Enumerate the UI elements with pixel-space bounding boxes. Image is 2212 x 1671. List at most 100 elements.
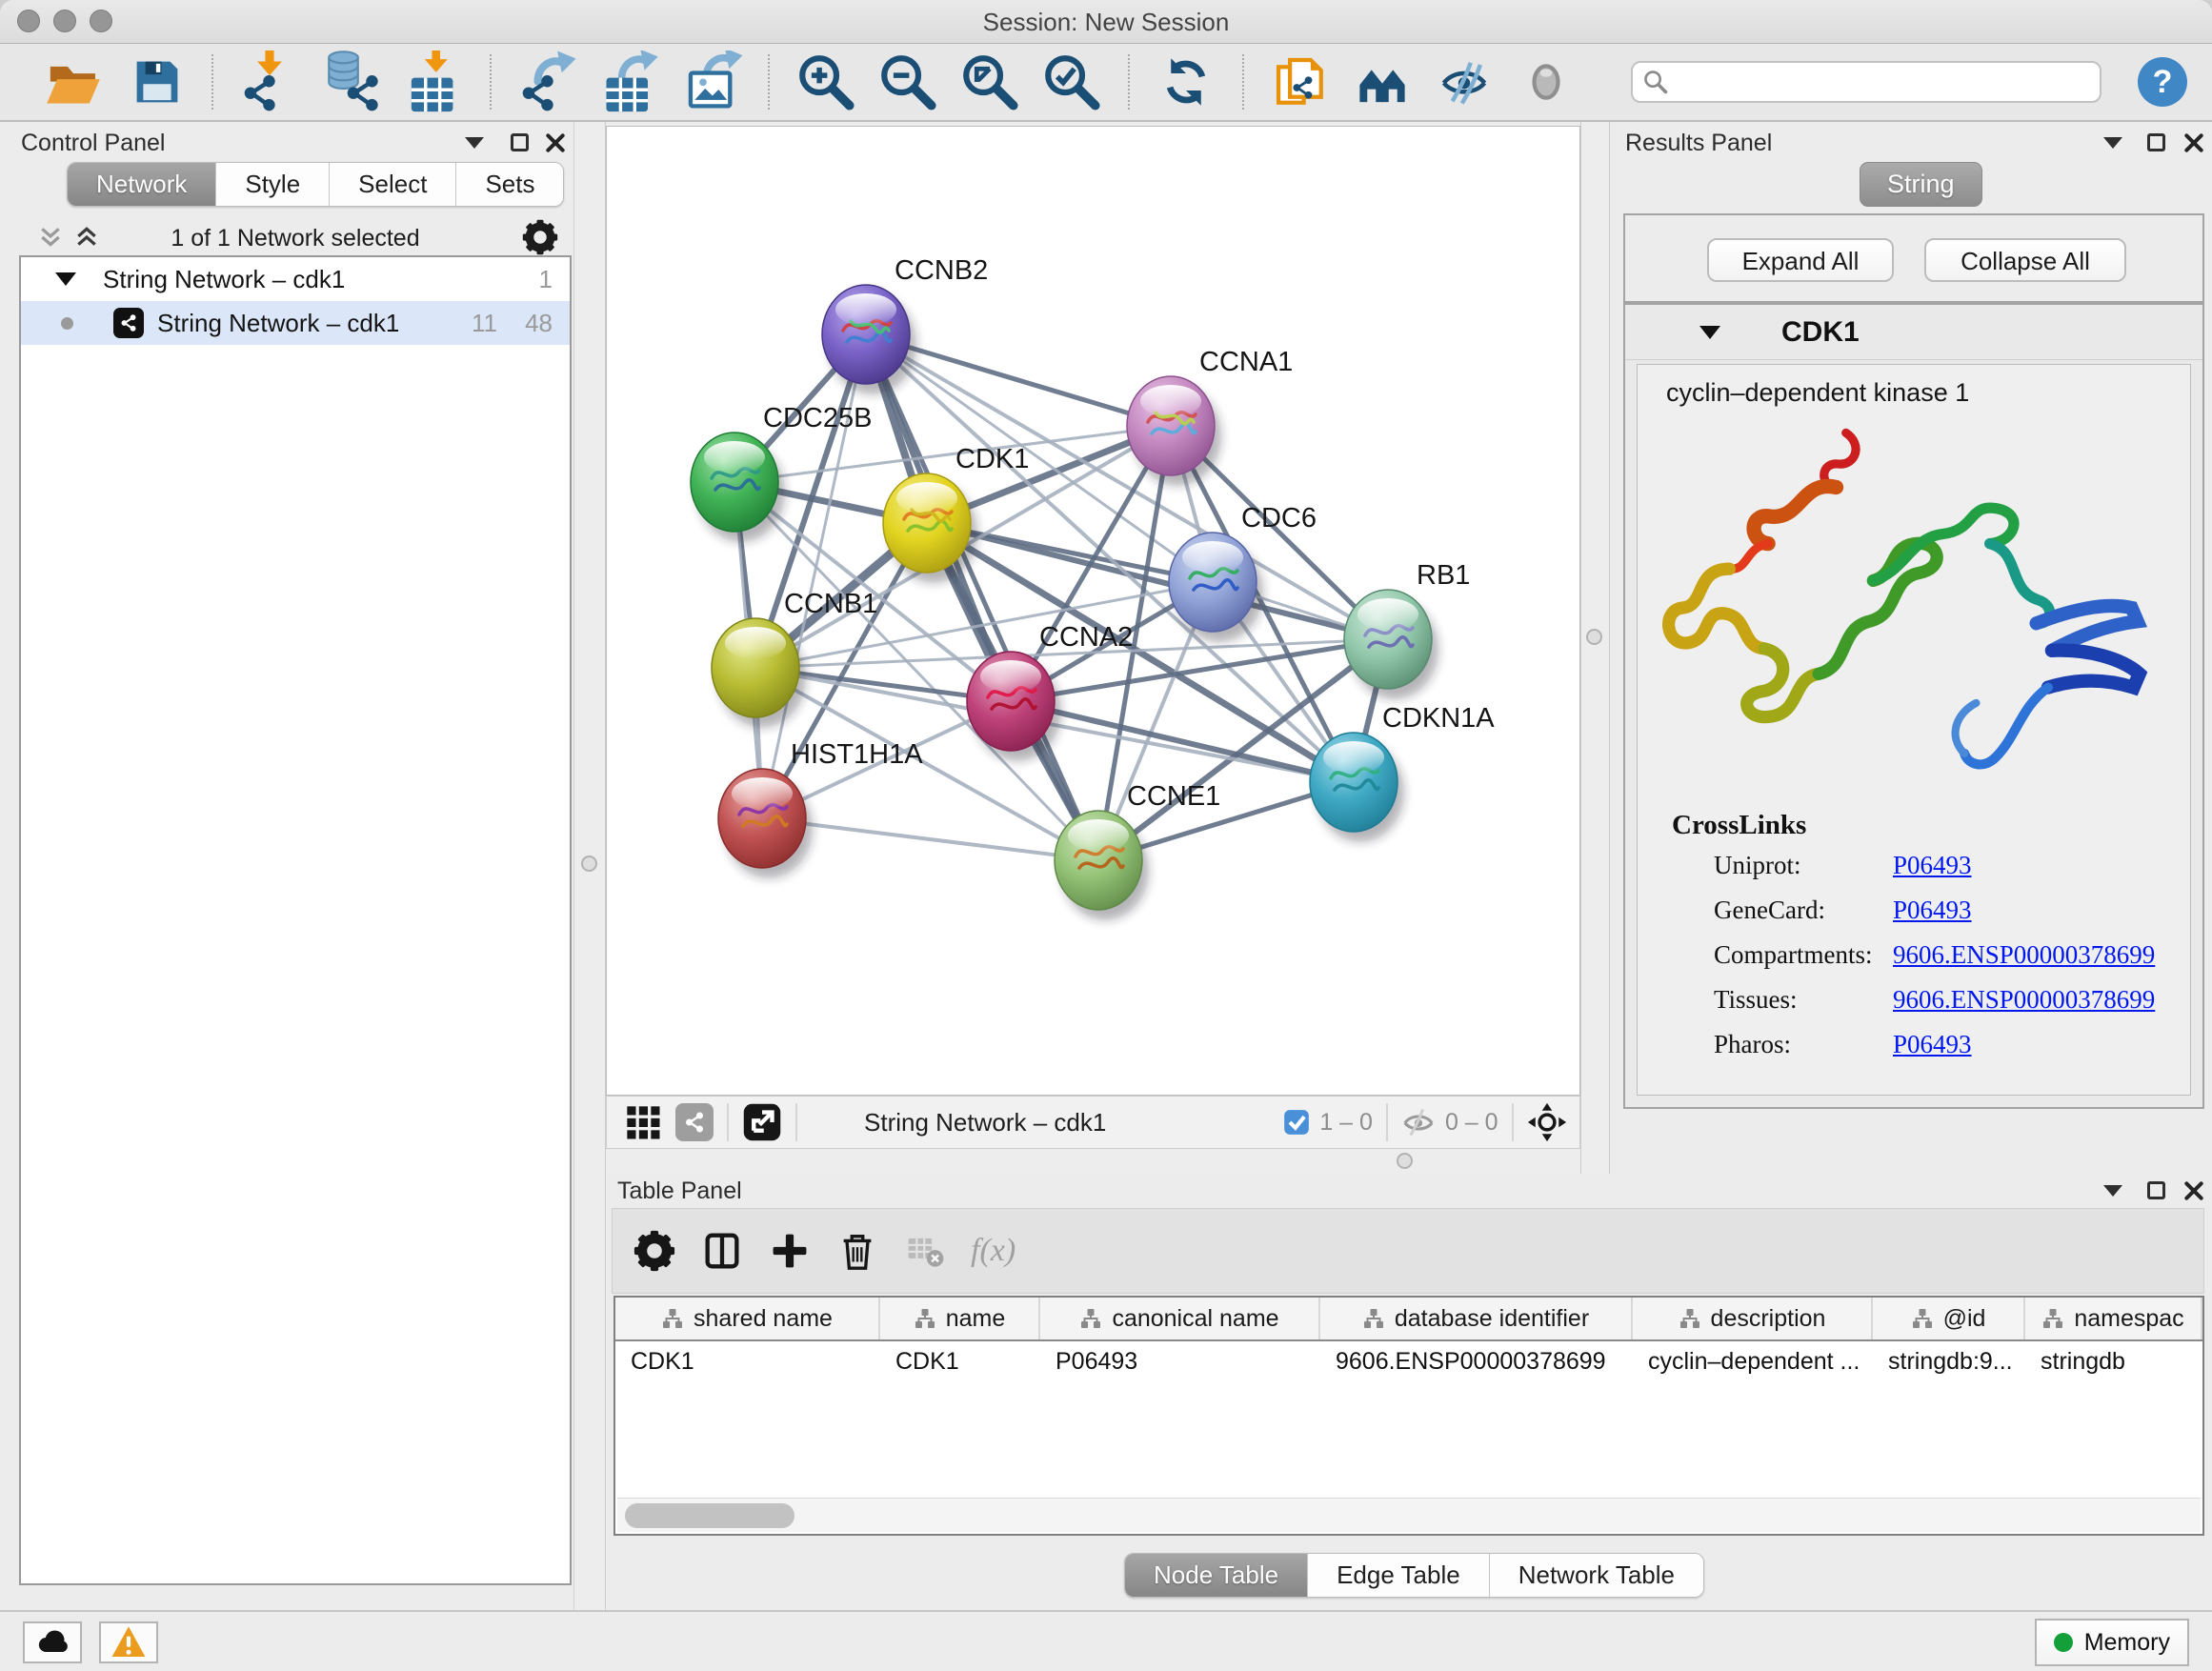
network-graph[interactable]: CCNB2CCNA1CDC25BCDK1CDC6RB1CCNB1CCNA2CDK… bbox=[607, 127, 1579, 1095]
right-splitter-grip[interactable] bbox=[1586, 629, 1602, 645]
open-session-icon[interactable] bbox=[42, 50, 105, 113]
crosslink-value-link[interactable]: P06493 bbox=[1893, 896, 1972, 925]
column-header-namespac[interactable]: namespac bbox=[2025, 1298, 2202, 1339]
table-horizontal-scrollbar[interactable] bbox=[617, 1498, 2201, 1532]
results-panel-float-button[interactable] bbox=[2147, 133, 2165, 151]
zoom-fit-icon[interactable] bbox=[958, 50, 1021, 113]
export-table-icon[interactable] bbox=[598, 50, 661, 113]
control-panel-menu-button[interactable] bbox=[465, 137, 484, 149]
table-panel-menu-button[interactable] bbox=[2103, 1185, 2122, 1197]
expand-all-button[interactable]: Expand All bbox=[1707, 238, 1894, 282]
crosslink-value-link[interactable]: P06493 bbox=[1893, 1030, 1972, 1059]
network-node-cdkn1a[interactable] bbox=[1310, 733, 1404, 842]
horizontal-splitter[interactable] bbox=[606, 1149, 1580, 1174]
export-network-icon[interactable] bbox=[516, 50, 579, 113]
tab-edge-table[interactable]: Edge Table bbox=[1308, 1554, 1490, 1597]
zoom-selected-icon[interactable] bbox=[1040, 50, 1103, 113]
network-edge[interactable] bbox=[762, 818, 1098, 860]
add-column-icon[interactable] bbox=[769, 1230, 811, 1272]
column-header-name[interactable]: name bbox=[880, 1298, 1040, 1339]
control-panel-close-icon[interactable] bbox=[545, 132, 566, 153]
toolbar-search-field[interactable] bbox=[1631, 61, 2101, 103]
table-cell[interactable]: CDK1 bbox=[615, 1341, 880, 1381]
crosslink-value-link[interactable]: P06493 bbox=[1893, 851, 1972, 880]
scrollbar-thumb[interactable] bbox=[625, 1503, 794, 1528]
import-network-database-icon[interactable] bbox=[320, 50, 383, 113]
crosslink-value-link[interactable]: 9606.ENSP00000378699 bbox=[1893, 940, 2155, 970]
tab-select[interactable]: Select bbox=[330, 163, 456, 206]
cdk1-section-header[interactable]: CDK1 bbox=[1625, 305, 2202, 360]
table-panel-float-button[interactable] bbox=[2147, 1181, 2165, 1199]
tab-style[interactable]: Style bbox=[216, 163, 330, 206]
export-image-icon[interactable] bbox=[680, 50, 743, 113]
right-splitter[interactable] bbox=[1580, 122, 1610, 1174]
network-node-ccne1[interactable] bbox=[1055, 811, 1149, 920]
selected-checkbox-icon[interactable] bbox=[1283, 1109, 1310, 1136]
network-node-ccna2[interactable] bbox=[967, 652, 1061, 761]
network-panel-gear-icon[interactable] bbox=[522, 219, 558, 255]
cloud-button[interactable] bbox=[23, 1621, 82, 1663]
delete-column-icon[interactable] bbox=[835, 1229, 879, 1273]
warnings-button[interactable] bbox=[99, 1621, 158, 1663]
import-network-file-icon[interactable] bbox=[238, 50, 301, 113]
column-header-shared-name[interactable]: shared name bbox=[615, 1298, 880, 1339]
zoom-out-icon[interactable] bbox=[876, 50, 939, 113]
tab-network[interactable]: Network bbox=[68, 163, 216, 206]
table-cell[interactable]: stringdb:9... bbox=[1873, 1341, 2025, 1381]
network-node-cdk1[interactable] bbox=[883, 473, 977, 583]
save-session-icon[interactable] bbox=[124, 50, 187, 113]
network-canvas[interactable]: CCNB2CCNA1CDC25BCDK1CDC6RB1CCNB1CCNA2CDK… bbox=[606, 126, 1580, 1096]
export-view-icon[interactable] bbox=[742, 1102, 782, 1142]
network-node-ccna1[interactable] bbox=[1127, 376, 1221, 486]
refresh-icon[interactable] bbox=[1155, 50, 1217, 113]
results-panel-menu-button[interactable] bbox=[2103, 137, 2122, 149]
clone-network-icon[interactable] bbox=[1269, 50, 1332, 113]
network-collection-row[interactable]: String Network – cdk1 1 bbox=[21, 257, 570, 301]
collapse-all-tree-icon[interactable] bbox=[38, 225, 63, 250]
zoom-in-icon[interactable] bbox=[794, 50, 857, 113]
help-button[interactable]: ? bbox=[2138, 57, 2187, 107]
cdk1-expander-icon[interactable] bbox=[1699, 326, 1720, 339]
network-node-hist1h1a[interactable] bbox=[718, 769, 813, 878]
hidden-eye-icon[interactable] bbox=[1401, 1105, 1436, 1139]
column-header-canonical-name[interactable]: canonical name bbox=[1040, 1298, 1320, 1339]
results-panel-close-icon[interactable] bbox=[2183, 132, 2204, 153]
grid-view-icon[interactable] bbox=[624, 1103, 662, 1141]
column-header-description[interactable]: description bbox=[1633, 1298, 1873, 1339]
table-cell[interactable]: cyclin–dependent ... bbox=[1633, 1341, 1873, 1381]
show-hide-annotations-icon[interactable] bbox=[1433, 50, 1496, 113]
memory-button[interactable]: Memory bbox=[2035, 1619, 2189, 1666]
collection-expander-icon[interactable] bbox=[55, 272, 76, 286]
table-cell[interactable]: 9606.ENSP00000378699 bbox=[1320, 1341, 1633, 1381]
network-node-ccnb2[interactable] bbox=[822, 285, 916, 394]
table-cell[interactable]: P06493 bbox=[1040, 1341, 1320, 1381]
table-cell[interactable]: stringdb bbox=[2025, 1341, 2202, 1381]
birds-eye-view-icon[interactable] bbox=[1527, 1102, 1567, 1142]
table-cell[interactable]: CDK1 bbox=[880, 1341, 1040, 1381]
table-panel-header: Table Panel bbox=[617, 1174, 742, 1208]
horizontal-splitter-grip[interactable] bbox=[1397, 1153, 1413, 1169]
network-row[interactable]: String Network – cdk1 11 48 bbox=[21, 301, 570, 345]
table-gear-icon[interactable] bbox=[633, 1230, 675, 1272]
string-view-badge-icon[interactable] bbox=[675, 1103, 714, 1141]
tab-node-table[interactable]: Node Table bbox=[1125, 1554, 1308, 1597]
network-edge[interactable] bbox=[866, 334, 1098, 860]
tab-sets[interactable]: Sets bbox=[456, 163, 563, 206]
left-splitter-grip[interactable] bbox=[581, 856, 597, 872]
table-row[interactable]: CDK1CDK1P064939606.ENSP00000378699cyclin… bbox=[615, 1341, 2202, 1381]
network-edge[interactable] bbox=[1011, 701, 1354, 782]
crosslink-value-link[interactable]: 9606.ENSP00000378699 bbox=[1893, 985, 2155, 1015]
table-panel-close-icon[interactable] bbox=[2183, 1180, 2204, 1201]
network-node-cdc25b[interactable] bbox=[691, 433, 785, 542]
column-header-database-identifier[interactable]: database identifier bbox=[1320, 1298, 1633, 1339]
tab-string[interactable]: String bbox=[1860, 162, 1982, 207]
show-columns-icon[interactable] bbox=[700, 1229, 744, 1273]
show-graphics-details-icon[interactable] bbox=[1351, 50, 1414, 113]
tab-network-table[interactable]: Network Table bbox=[1490, 1554, 1703, 1597]
control-panel-float-button[interactable] bbox=[511, 133, 529, 151]
import-table-file-icon[interactable] bbox=[402, 50, 465, 113]
column-header-@id[interactable]: @id bbox=[1873, 1298, 2025, 1339]
expand-all-tree-icon[interactable] bbox=[74, 225, 99, 250]
collapse-all-button[interactable]: Collapse All bbox=[1924, 238, 2126, 282]
network-node-rb1[interactable] bbox=[1344, 590, 1438, 699]
